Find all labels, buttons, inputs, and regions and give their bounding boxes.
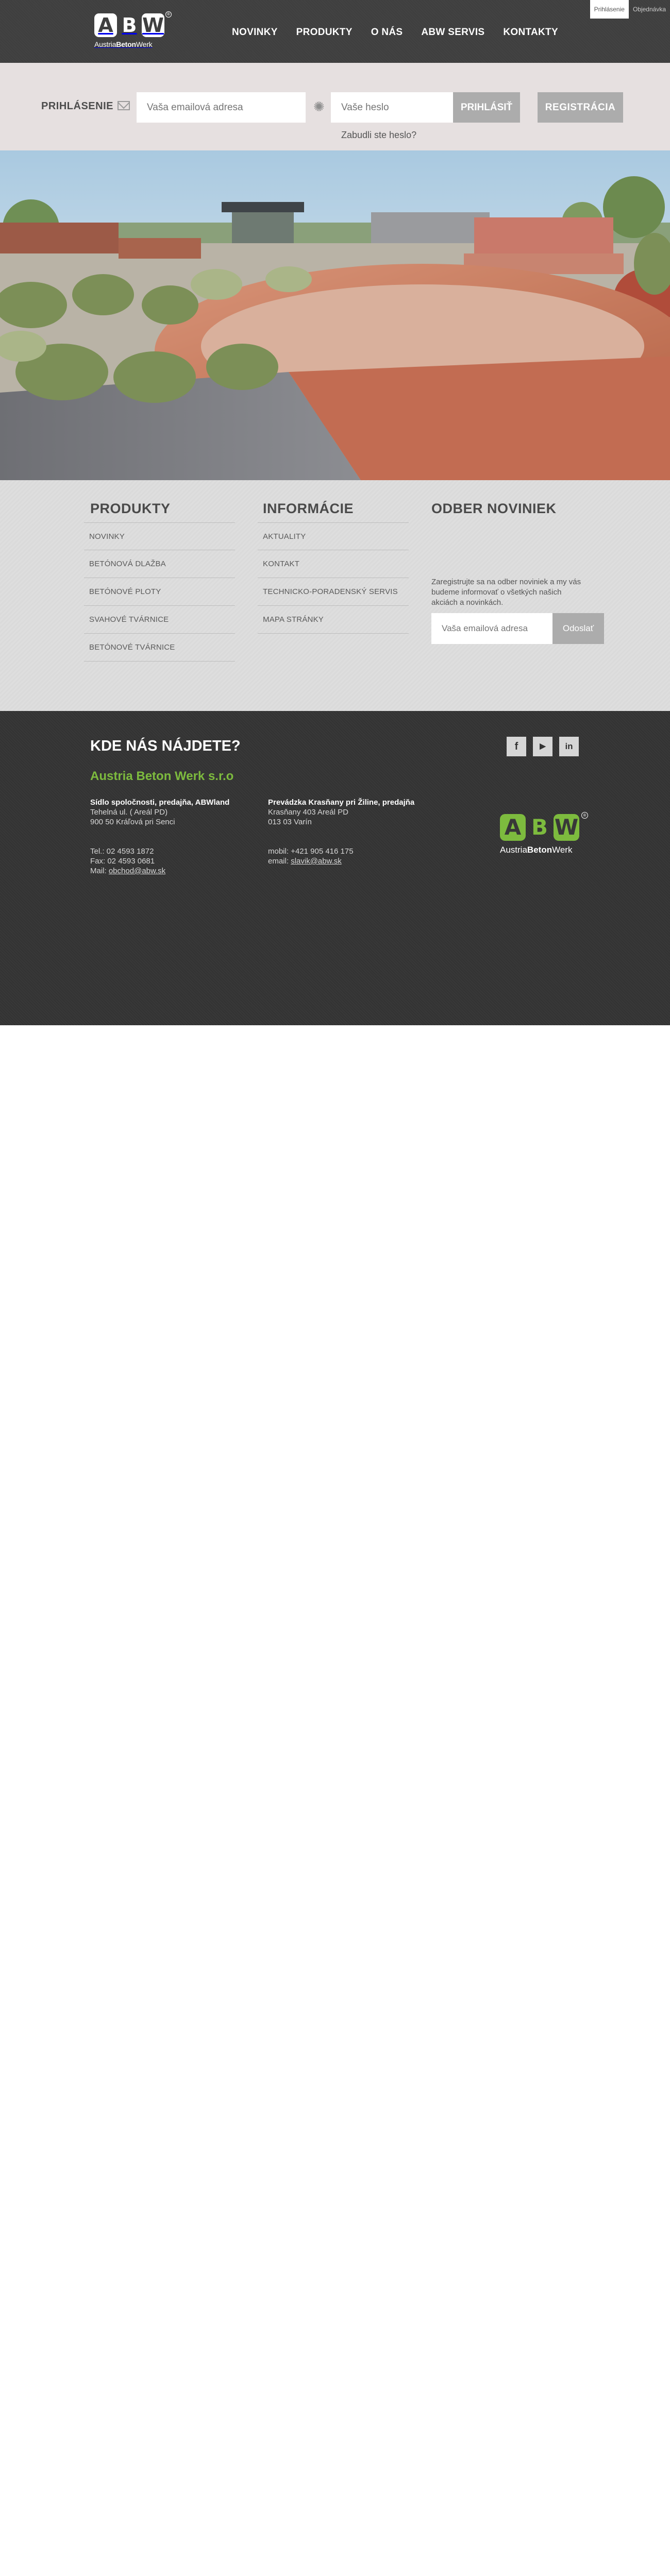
company-name: Austria Beton Werk s.r.o [90, 769, 234, 783]
logo-letter-w: W [142, 13, 164, 37]
logo-letters: A B W [500, 814, 588, 841]
top-order-link[interactable]: Objednávka [629, 0, 670, 19]
youtube-icon[interactable]: ▶ [533, 737, 552, 756]
logo-word-austria: Austria [500, 845, 527, 855]
registered-mark: ® [165, 11, 172, 18]
list-item: TECHNICKO-PORADENSKÝ SERVIS [258, 578, 409, 606]
list-item: SVAHOVÉ TVÁRNICE [84, 606, 235, 634]
newsletter-text: Zaregistrujte sa na odber noviniek a my … [431, 578, 581, 607]
fax-number: Fax: 02 4593 0681 [90, 857, 155, 866]
logo-letter-a: A [500, 814, 526, 841]
info-link-servis[interactable]: TECHNICKO-PORADENSKÝ SERVIS [263, 587, 398, 596]
logo-word-werk: Werk [136, 40, 153, 48]
abw-logo[interactable]: A B W ® AustriaBetonWerk [94, 11, 172, 55]
krasnany-email-link[interactable]: slavik@abw.sk [291, 857, 342, 866]
paved-garden-photo [0, 150, 670, 480]
info-link-kontakt[interactable]: KONTAKT [263, 560, 299, 568]
headquarters-email-link[interactable]: obchod@abw.sk [109, 867, 165, 875]
login-bar: PRIHLÁSENIE ✺ PRIHLÁSIŤ REGISTRÁCIA Zabu… [0, 63, 670, 150]
info-list: AKTUALITY KONTAKT TECHNICKO-PORADENSKÝ S… [258, 522, 409, 634]
address-title: Prevádzka Krasňany pri Žiline, predajňa [268, 798, 415, 807]
linkedin-icon[interactable]: in [559, 737, 579, 756]
address-krasnany: Prevádzka Krasňany pri Žiline, predajňa … [268, 798, 414, 866]
address-line: 900 50 Kráľová pri Senci [90, 818, 175, 826]
logo-letter-b: B [531, 815, 548, 840]
info-title: INFORMÁCIE [263, 501, 354, 516]
products-link-betonove-tvarnice[interactable]: BETÓNOVÉ TVÁRNICE [89, 643, 175, 652]
list-item: MAPA STRÁNKY [258, 606, 409, 634]
products-title: PRODUKTY [90, 501, 171, 516]
logo-word-beton: Beton [527, 845, 552, 855]
find-us-heading: KDE NÁS NÁJDETE? [90, 738, 241, 754]
address-line: 013 03 Varín [268, 818, 312, 826]
list-item: BETÓNOVÉ TVÁRNICE [84, 634, 235, 662]
nav-produkty[interactable]: PRODUKTY [296, 27, 353, 38]
footer-abw-logo: A B W ® AustriaBetonWerk [500, 812, 588, 866]
newsletter-title: ODBER NOVINIEK [431, 501, 557, 516]
nav-novinky[interactable]: NOVINKY [232, 27, 278, 38]
nav-abw-servis[interactable]: ABW SERVIS [421, 27, 484, 38]
products-link-novinky[interactable]: NOVINKY [89, 532, 125, 541]
logo-word-austria: Austria [94, 40, 116, 48]
site-header: Prihlásenie Objednávka A B W ® AustriaBe… [0, 0, 670, 63]
list-item: AKTUALITY [258, 522, 409, 550]
gear-icon: ✺ [313, 99, 325, 114]
products-link-betonova-dlazba[interactable]: BETÓNOVÁ DLAŽBA [89, 560, 166, 568]
mail-icon [118, 101, 130, 110]
list-item: BETÓNOVÁ DLAŽBA [84, 550, 235, 578]
newsletter-submit-button[interactable]: Odoslať [552, 613, 604, 644]
logo-letters: A B W [94, 13, 169, 37]
list-item: KONTAKT [258, 550, 409, 578]
registered-mark: ® [581, 812, 588, 819]
login-button[interactable]: PRIHLÁSIŤ [453, 92, 520, 123]
email-input[interactable] [137, 92, 306, 123]
newsletter-email-input[interactable] [431, 613, 552, 644]
mail-label: Mail: [90, 867, 109, 875]
list-item: BETÓNOVÉ PLOTY [84, 578, 235, 606]
products-link-svahove-tvarnice[interactable]: SVAHOVÉ TVÁRNICE [89, 615, 169, 624]
main-nav: NOVINKY PRODUKTY O NÁS ABW SERVIS KONTAK… [232, 27, 577, 38]
nav-o-nas[interactable]: O NÁS [371, 27, 403, 38]
logo-wordmark: AustriaBetonWerk [500, 845, 588, 855]
logo-letter-a: A [94, 13, 117, 37]
top-login-link[interactable]: Prihlásenie [590, 0, 629, 19]
logo-letter-w: W [554, 814, 579, 841]
address-title: Sídlo spoločnosti, predajňa, ABWland [90, 798, 230, 807]
address-line: Krasňany 403 Areál PD [268, 808, 348, 817]
forgot-password-link[interactable]: Zabudli ste heslo? [341, 130, 416, 141]
email-label: email: [268, 857, 291, 866]
phone-number: Tel.: 02 4593 1872 [90, 847, 154, 856]
info-link-aktuality[interactable]: AKTUALITY [263, 532, 306, 541]
mobile-number: mobil: +421 905 416 175 [268, 847, 354, 856]
login-label: PRIHLÁSENIE [41, 100, 113, 112]
products-link-betonove-ploty[interactable]: BETÓNOVÉ PLOTY [89, 587, 161, 596]
nav-kontakty[interactable]: KONTAKTY [503, 27, 558, 38]
facebook-icon[interactable]: f [507, 737, 526, 756]
logo-letter-b: B [122, 14, 137, 37]
register-button[interactable]: REGISTRÁCIA [538, 92, 623, 123]
address-line: Tehelná ul. ( Areál PD) [90, 808, 168, 817]
logo-word-werk: Werk [552, 845, 573, 855]
list-item: NOVINKY [84, 522, 235, 550]
products-list: NOVINKY BETÓNOVÁ DLAŽBA BETÓNOVÉ PLOTY S… [84, 522, 235, 662]
address-headquarters: Sídlo spoločnosti, predajňa, ABWland Teh… [90, 798, 229, 876]
logo-wordmark: AustriaBetonWerk [94, 40, 169, 48]
hero-image [0, 150, 670, 480]
info-link-mapa-stranky[interactable]: MAPA STRÁNKY [263, 615, 324, 624]
password-input[interactable] [331, 92, 453, 123]
logo-word-beton: Beton [116, 40, 136, 48]
top-links: Prihlásenie Objednávka [590, 0, 670, 19]
